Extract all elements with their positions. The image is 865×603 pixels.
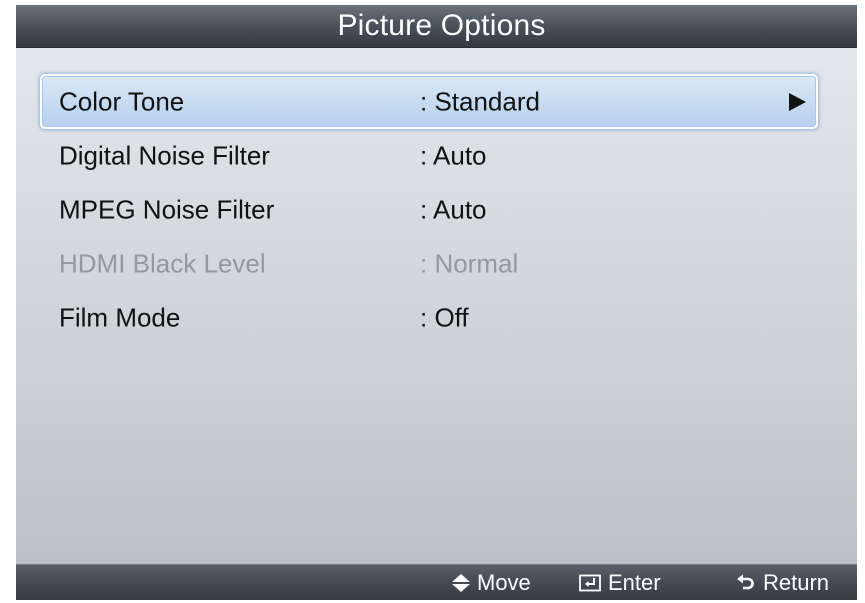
enter-icon (579, 574, 601, 591)
submenu-arrow-icon (789, 92, 806, 111)
return-label: Return (763, 569, 830, 595)
options-menu: Color Tone : Standard Digital Noise Filt… (40, 74, 818, 345)
move-label: Move (477, 569, 531, 595)
menu-item-film-mode[interactable]: Film Mode : Off (40, 291, 818, 345)
enter-hint[interactable]: Enter (579, 570, 661, 596)
panel-title: Picture Options (337, 9, 546, 42)
menu-item-label: HDMI Black Level (59, 248, 266, 279)
picture-options-panel: Picture Options Color Tone : Standard Di… (16, 5, 857, 600)
move-hint: Move (452, 570, 531, 596)
menu-item-mpeg-noise-filter[interactable]: MPEG Noise Filter : Auto (40, 183, 818, 237)
menu-item-value: : Normal (420, 248, 519, 279)
menu-item-label: Color Tone (59, 86, 185, 116)
menu-item-label: Film Mode (59, 302, 181, 333)
menu-item-digital-noise-filter[interactable]: Digital Noise Filter : Auto (40, 129, 818, 183)
enter-label: Enter (608, 569, 661, 595)
menu-item-label: MPEG Noise Filter (59, 194, 275, 225)
menu-item-value: : Off (420, 302, 469, 333)
menu-item-value: : Standard (420, 86, 540, 116)
return-icon (737, 574, 754, 589)
title-bar: Picture Options (16, 5, 857, 48)
footer-hint-bar: Move Enter Return (16, 564, 857, 600)
up-down-icon (452, 573, 470, 592)
return-hint[interactable]: Return (736, 570, 829, 596)
menu-item-hdmi-black-level: HDMI Black Level : Normal (40, 237, 818, 291)
menu-item-value: : Auto (420, 194, 487, 225)
menu-item-label: Digital Noise Filter (59, 140, 270, 171)
menu-area: Color Tone : Standard Digital Noise Filt… (16, 48, 857, 565)
menu-item-value: : Auto (420, 140, 487, 171)
menu-item-color-tone[interactable]: Color Tone : Standard (40, 74, 818, 129)
